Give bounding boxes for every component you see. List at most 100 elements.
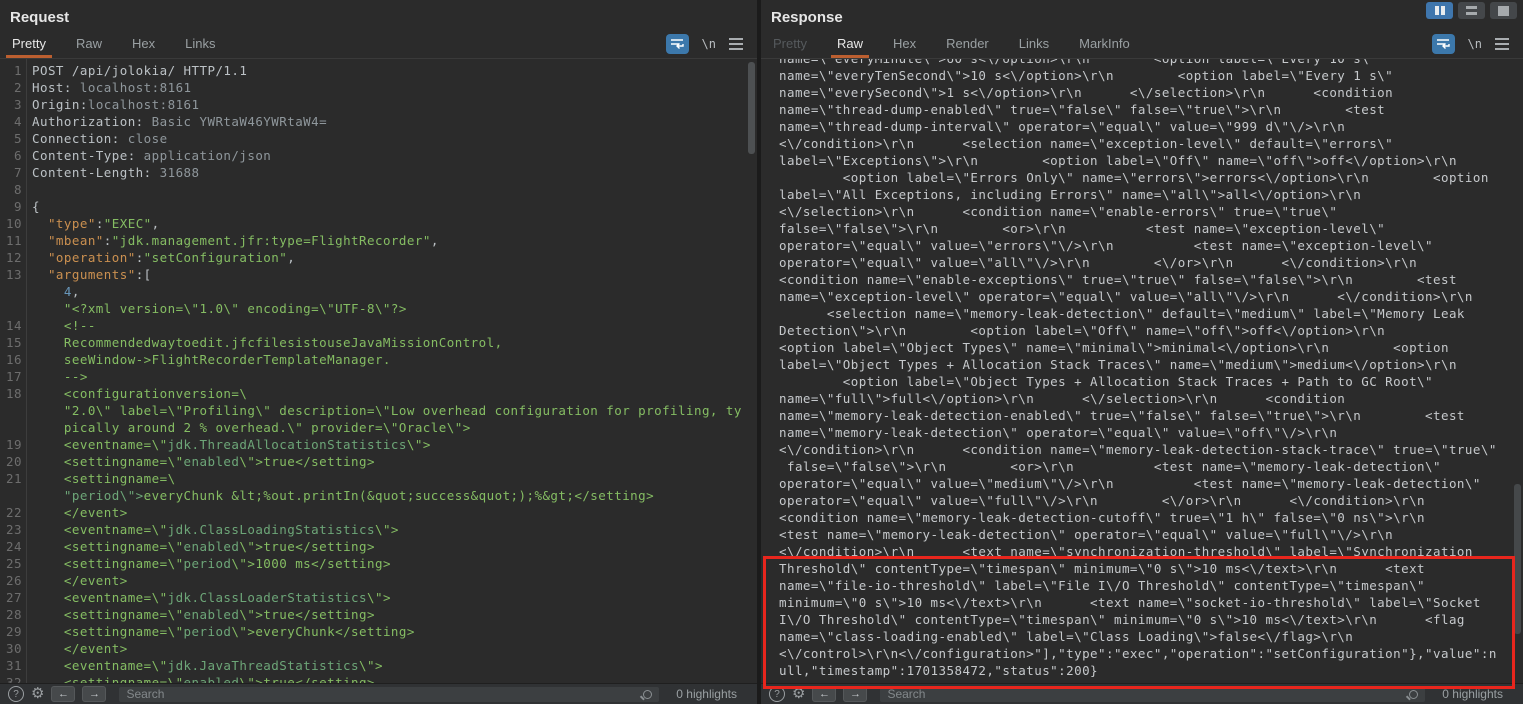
response-code-line: I\/O Threshold\" contentType=\"timespan\…: [779, 611, 1523, 628]
editor-menu-button[interactable]: [729, 37, 743, 51]
request-code-line: 22 </event>: [4, 504, 757, 521]
request-code-line: 5Connection: close: [4, 130, 757, 147]
response-code-line: name=\"full\">full<\/option>\r\n <\/sele…: [779, 390, 1523, 407]
response-code-line: Threshold\" contentType=\"timespan\" min…: [779, 560, 1523, 577]
search-next-button[interactable]: →: [843, 686, 867, 702]
response-search-field: [880, 687, 1425, 702]
request-code-line: 27 <eventname=\"jdk.ClassLoaderStatistic…: [4, 589, 757, 606]
help-icon[interactable]: ?: [8, 686, 24, 702]
request-title-row: Request: [0, 0, 757, 30]
response-code-line: <\/condition>\r\n <condition name=\"memo…: [779, 441, 1523, 458]
tab-response-links[interactable]: Links: [1017, 36, 1051, 58]
request-code-line: 8: [4, 181, 757, 198]
response-code-line: label=\"Exceptions\">\r\n <option label=…: [779, 152, 1523, 169]
request-code-line: 19 <eventname=\"jdk.ThreadAllocationStat…: [4, 436, 757, 453]
request-code-line: "period\">everyChunk &lt;%out.printIn(&q…: [4, 487, 757, 504]
request-code-line: "2.0\" label=\"Profiling\" description=\…: [4, 402, 757, 419]
wrap-lines-button[interactable]: [666, 34, 689, 54]
request-code-line: 4Authorization: Basic YWRtaW46YWRtaW4=: [4, 113, 757, 130]
request-code-line: 6Content-Type: application/json: [4, 147, 757, 164]
request-scrollbar[interactable]: [748, 60, 756, 682]
request-code-line: 21 <settingname=\: [4, 470, 757, 487]
request-panel: Request Pretty Raw Hex Links \n 1POST /api/…: [0, 0, 757, 704]
editor-menu-button[interactable]: [1495, 37, 1509, 51]
tab-request-links[interactable]: Links: [183, 36, 217, 58]
search-prev-button[interactable]: ←: [51, 686, 75, 702]
request-search-bar: ? ⚙ ← → 0 highlights: [0, 683, 757, 704]
response-code-line: <test name=\"memory-leak-detection\" ope…: [779, 526, 1523, 543]
rows-layout-button[interactable]: [1458, 2, 1485, 19]
single-layout-button[interactable]: [1490, 2, 1517, 19]
tab-response-raw[interactable]: Raw: [835, 36, 865, 58]
search-input[interactable]: [119, 687, 659, 702]
response-panel-title: Response: [771, 5, 843, 26]
columns-layout-button[interactable]: [1426, 2, 1453, 19]
request-code-line: 29 <settingname=\"period\">everyChunk</s…: [4, 623, 757, 640]
response-code-line: <\/condition>\r\n <text name=\"synchroni…: [779, 543, 1523, 560]
search-icon: [643, 690, 652, 699]
single-layout-icon: [1498, 6, 1509, 16]
response-code-line: operator=\"equal\" value=\"medium\"\/>\r…: [779, 475, 1523, 492]
tab-request-hex[interactable]: Hex: [130, 36, 157, 58]
response-code-line: ull,"timestamp":1701358472,"status":200}: [779, 662, 1523, 679]
tab-request-raw[interactable]: Raw: [74, 36, 104, 58]
tab-response-markinfo[interactable]: MarkInfo: [1077, 36, 1132, 58]
help-icon[interactable]: ?: [769, 686, 785, 702]
response-tabbar: Pretty Raw Hex Render Links MarkInfo \n: [761, 30, 1523, 59]
tab-request-pretty[interactable]: Pretty: [10, 36, 48, 58]
request-code-line: 10 "type":"EXEC",: [4, 215, 757, 232]
response-editor[interactable]: name=\"everyMinute\">60 s<\/option>\r\n …: [761, 59, 1523, 683]
response-panel: Response Pretty Raw Hex Render Links MarkInfo…: [761, 0, 1523, 704]
response-code-line: label=\"All Exceptions, including Errors…: [779, 186, 1523, 203]
tab-response-hex[interactable]: Hex: [891, 36, 918, 58]
request-code-line: 9{: [4, 198, 757, 215]
tab-response-render[interactable]: Render: [944, 36, 991, 58]
request-code-line: 7Content-Length: 31688: [4, 164, 757, 181]
request-code-line: 3Origin:localhost:8161: [4, 96, 757, 113]
request-code-line: 2Host: localhost:8161: [4, 79, 757, 96]
newline-toggle-button[interactable]: \n: [702, 37, 716, 51]
request-editor[interactable]: 1POST /api/jolokia/ HTTP/1.12Host: local…: [0, 59, 757, 683]
request-code-line: 1POST /api/jolokia/ HTTP/1.1: [4, 62, 757, 79]
request-code-line: 28 <settingname=\"enabled\">true</settin…: [4, 606, 757, 623]
request-code-line: 18 <configurationversion=\: [4, 385, 757, 402]
search-prev-button[interactable]: ←: [812, 686, 836, 702]
response-code-line: <option label=\"Object Types + Allocatio…: [779, 373, 1523, 390]
response-code-line: name=\"thread-dump-interval\" operator=\…: [779, 118, 1523, 135]
wrap-lines-button[interactable]: [1432, 34, 1455, 54]
highlights-count: 0 highlights: [676, 687, 737, 701]
search-input[interactable]: [880, 687, 1425, 702]
response-code-line: <option label=\"Object Types\" name=\"mi…: [779, 339, 1523, 356]
response-code-line: operator=\"equal\" value=\"full\"\/>\r\n…: [779, 492, 1523, 509]
response-scrollbar[interactable]: [1514, 60, 1522, 682]
http-message-split-view: Request Pretty Raw Hex Links \n 1POST /api/…: [0, 0, 1523, 704]
response-code-line: name=\"memory-leak-detection-enabled\" t…: [779, 407, 1523, 424]
scrollbar-thumb[interactable]: [748, 62, 755, 154]
response-code-line: minimum=\"0 s\">10 ms<\/text>\r\n <text …: [779, 594, 1523, 611]
request-code-line: 23 <eventname=\"jdk.ClassLoadingStatisti…: [4, 521, 757, 538]
request-code-line: 20 <settingname=\"enabled\">true</settin…: [4, 453, 757, 470]
gear-icon[interactable]: ⚙: [31, 687, 44, 701]
search-icon: [1409, 690, 1418, 699]
scrollbar-thumb[interactable]: [1514, 484, 1521, 634]
search-next-button[interactable]: →: [82, 686, 106, 702]
response-code-line: operator=\"equal\" value=\"all\"\/>\r\n …: [779, 254, 1523, 271]
newline-toggle-button[interactable]: \n: [1468, 37, 1482, 51]
request-code-line: 24 <settingname=\"enabled\">true</settin…: [4, 538, 757, 555]
gear-icon[interactable]: ⚙: [792, 687, 805, 701]
response-code-line: name=\"everySecond\">1 s<\/option>\r\n <…: [779, 84, 1523, 101]
response-code-line: false=\"false\">\r\n <or>\r\n <test name…: [779, 458, 1523, 475]
response-code-line: name=\"thread-dump-enabled\" true=\"fals…: [779, 101, 1523, 118]
request-code-line: 12 "operation":"setConfiguration",: [4, 249, 757, 266]
response-code-line: label=\"Object Types + Allocation Stack …: [779, 356, 1523, 373]
request-code-line: 31 <eventname=\"jdk.JavaThreadStatistics…: [4, 657, 757, 674]
request-search-field: [119, 687, 659, 702]
request-code-line: 16 seeWindow->FlightRecorderTemplateMana…: [4, 351, 757, 368]
wrap-lines-icon: [1436, 38, 1451, 50]
response-code-line: <selection name=\"memory-leak-detection\…: [779, 305, 1523, 322]
request-code-line: 17 -->: [4, 368, 757, 385]
menu-icon: [729, 38, 743, 40]
request-code-line: "<?xml version=\"1.0\" encoding=\"UTF-8\…: [4, 300, 757, 317]
response-code-line: name=\"everyMinute\">60 s<\/option>\r\n …: [779, 59, 1523, 67]
tab-response-pretty[interactable]: Pretty: [771, 36, 809, 58]
